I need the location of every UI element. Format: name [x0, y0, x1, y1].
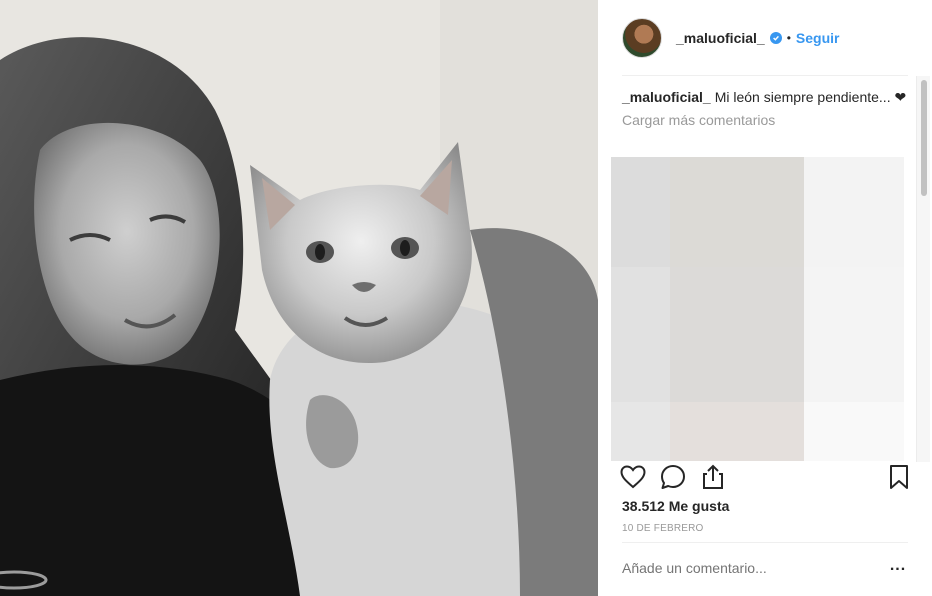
like-count[interactable]: 38.512 Me gusta	[622, 498, 729, 514]
speech-bubble-icon	[661, 465, 685, 489]
username-link[interactable]: _maluoficial_	[676, 30, 765, 46]
share-upload-icon	[703, 464, 723, 489]
heart-outline-icon	[620, 465, 646, 489]
post-photo[interactable]	[0, 0, 598, 596]
more-options-button[interactable]: ...	[886, 557, 910, 581]
action-bar	[598, 462, 932, 494]
avatar[interactable]	[622, 17, 662, 58]
comments-section: _maluoficial_ Mi león siempre pendiente..…	[622, 88, 912, 128]
scrollbar-thumb[interactable]	[921, 80, 927, 196]
save-button[interactable]	[886, 464, 912, 490]
header-divider	[622, 75, 908, 76]
photo-illustration	[0, 0, 598, 596]
comment-button[interactable]	[660, 464, 686, 490]
post-sidebar: _maluoficial_ • Seguir _maluoficial_ Mi l…	[598, 0, 932, 596]
blurred-comments-area	[611, 157, 904, 461]
load-more-comments-button[interactable]: Cargar más comentarios	[622, 112, 912, 128]
share-button[interactable]	[700, 464, 726, 490]
post-caption: _maluoficial_ Mi león siempre pendiente..…	[622, 88, 912, 107]
separator-dot: •	[786, 30, 791, 45]
caption-username[interactable]: _maluoficial_	[622, 89, 711, 105]
comments-scrollbar[interactable]	[916, 76, 930, 462]
post-header: _maluoficial_ • Seguir	[598, 0, 932, 75]
verified-badge-icon	[769, 31, 782, 44]
bookmark-icon	[890, 465, 908, 489]
comment-input[interactable]	[622, 560, 862, 576]
post-date[interactable]: 10 DE FEBRERO	[622, 523, 704, 534]
like-button[interactable]	[620, 464, 646, 490]
follow-button[interactable]: Seguir	[796, 30, 840, 46]
comment-divider	[622, 542, 908, 543]
caption-text: Mi león siempre pendiente... ❤	[714, 89, 907, 105]
